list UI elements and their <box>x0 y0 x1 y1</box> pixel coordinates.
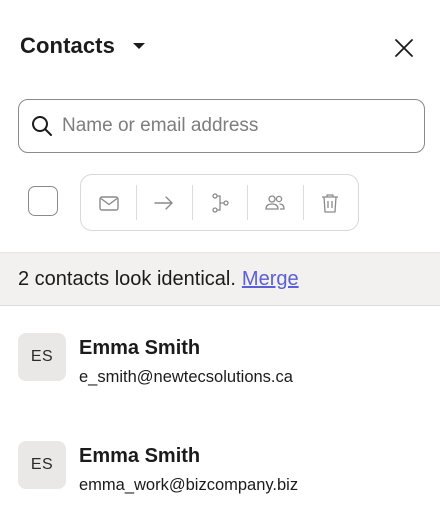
trash-icon <box>322 193 339 213</box>
banner-message: 2 contacts look identical. <box>18 267 236 290</box>
email-button[interactable] <box>81 175 136 230</box>
contact-item[interactable]: ES Emma Smith e_smith@newtecsolutions.ca <box>0 333 440 413</box>
caret-down-icon <box>132 43 145 49</box>
contact-item[interactable]: ES Emma Smith emma_work@bizcompany.biz <box>0 441 440 516</box>
move-button[interactable] <box>136 175 191 230</box>
mail-icon <box>99 195 119 211</box>
delete-button[interactable] <box>302 175 358 230</box>
contacts-dropdown[interactable]: Contacts <box>20 33 145 59</box>
arrow-right-icon <box>154 195 173 210</box>
search-icon <box>31 115 53 137</box>
contact-email: e_smith@newtecsolutions.ca <box>79 368 293 386</box>
bulk-actions-toolbar <box>80 174 359 231</box>
close-icon[interactable] <box>390 34 418 62</box>
search-input[interactable] <box>62 115 402 137</box>
duplicate-banner: 2 contacts look identical. Merge <box>0 252 440 306</box>
contact-email: emma_work@bizcompany.biz <box>79 476 299 494</box>
connect-button[interactable] <box>191 175 247 230</box>
search-box[interactable] <box>18 99 425 153</box>
avatar: ES <box>18 333 66 381</box>
panel-header: Contacts <box>0 0 440 96</box>
users-icon <box>265 194 285 210</box>
contact-name: Emma Smith <box>79 445 201 467</box>
select-all-checkbox[interactable] <box>28 186 58 216</box>
merge-link[interactable]: Merge <box>242 268 299 291</box>
page-title: Contacts <box>20 33 115 58</box>
branch-icon <box>211 192 229 213</box>
group-button[interactable] <box>247 175 302 230</box>
contact-name: Emma Smith <box>79 337 201 359</box>
avatar: ES <box>18 441 66 489</box>
